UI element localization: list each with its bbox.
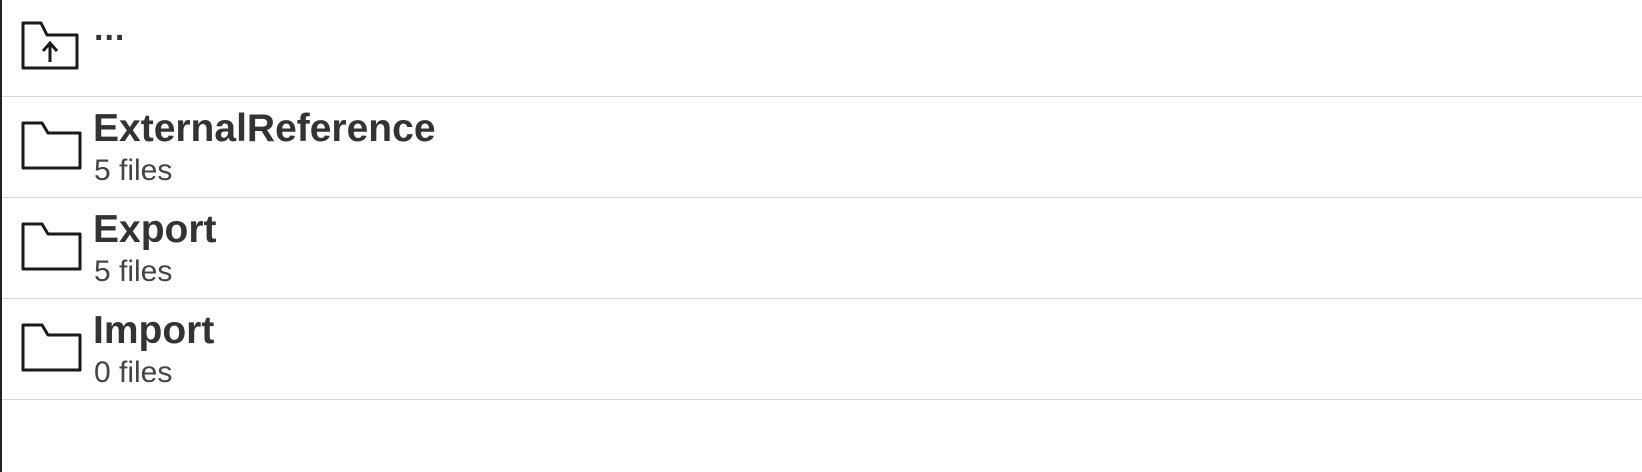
folder-icon [20, 221, 84, 273]
folder-up-icon [20, 20, 84, 72]
folder-file-count: 0 files [94, 356, 173, 389]
folder-row-externalreference[interactable]: ExternalReference 5 files [2, 97, 1642, 198]
folder-file-count: 5 files [94, 255, 173, 288]
folder-name: Import [93, 309, 215, 352]
folder-icon [20, 120, 84, 172]
folder-icon [20, 322, 84, 374]
folder-list: ... ExternalReference 5 files Export 5 f… [2, 0, 1642, 400]
folder-row-export[interactable]: Export 5 files [2, 198, 1642, 299]
parent-folder-row[interactable]: ... [2, 0, 1642, 97]
folder-name: ExternalReference [93, 107, 436, 150]
folder-name: Export [93, 208, 217, 251]
folder-file-count: 5 files [94, 154, 173, 187]
folder-row-import[interactable]: Import 0 files [2, 299, 1642, 400]
parent-folder-label: ... [94, 10, 126, 48]
